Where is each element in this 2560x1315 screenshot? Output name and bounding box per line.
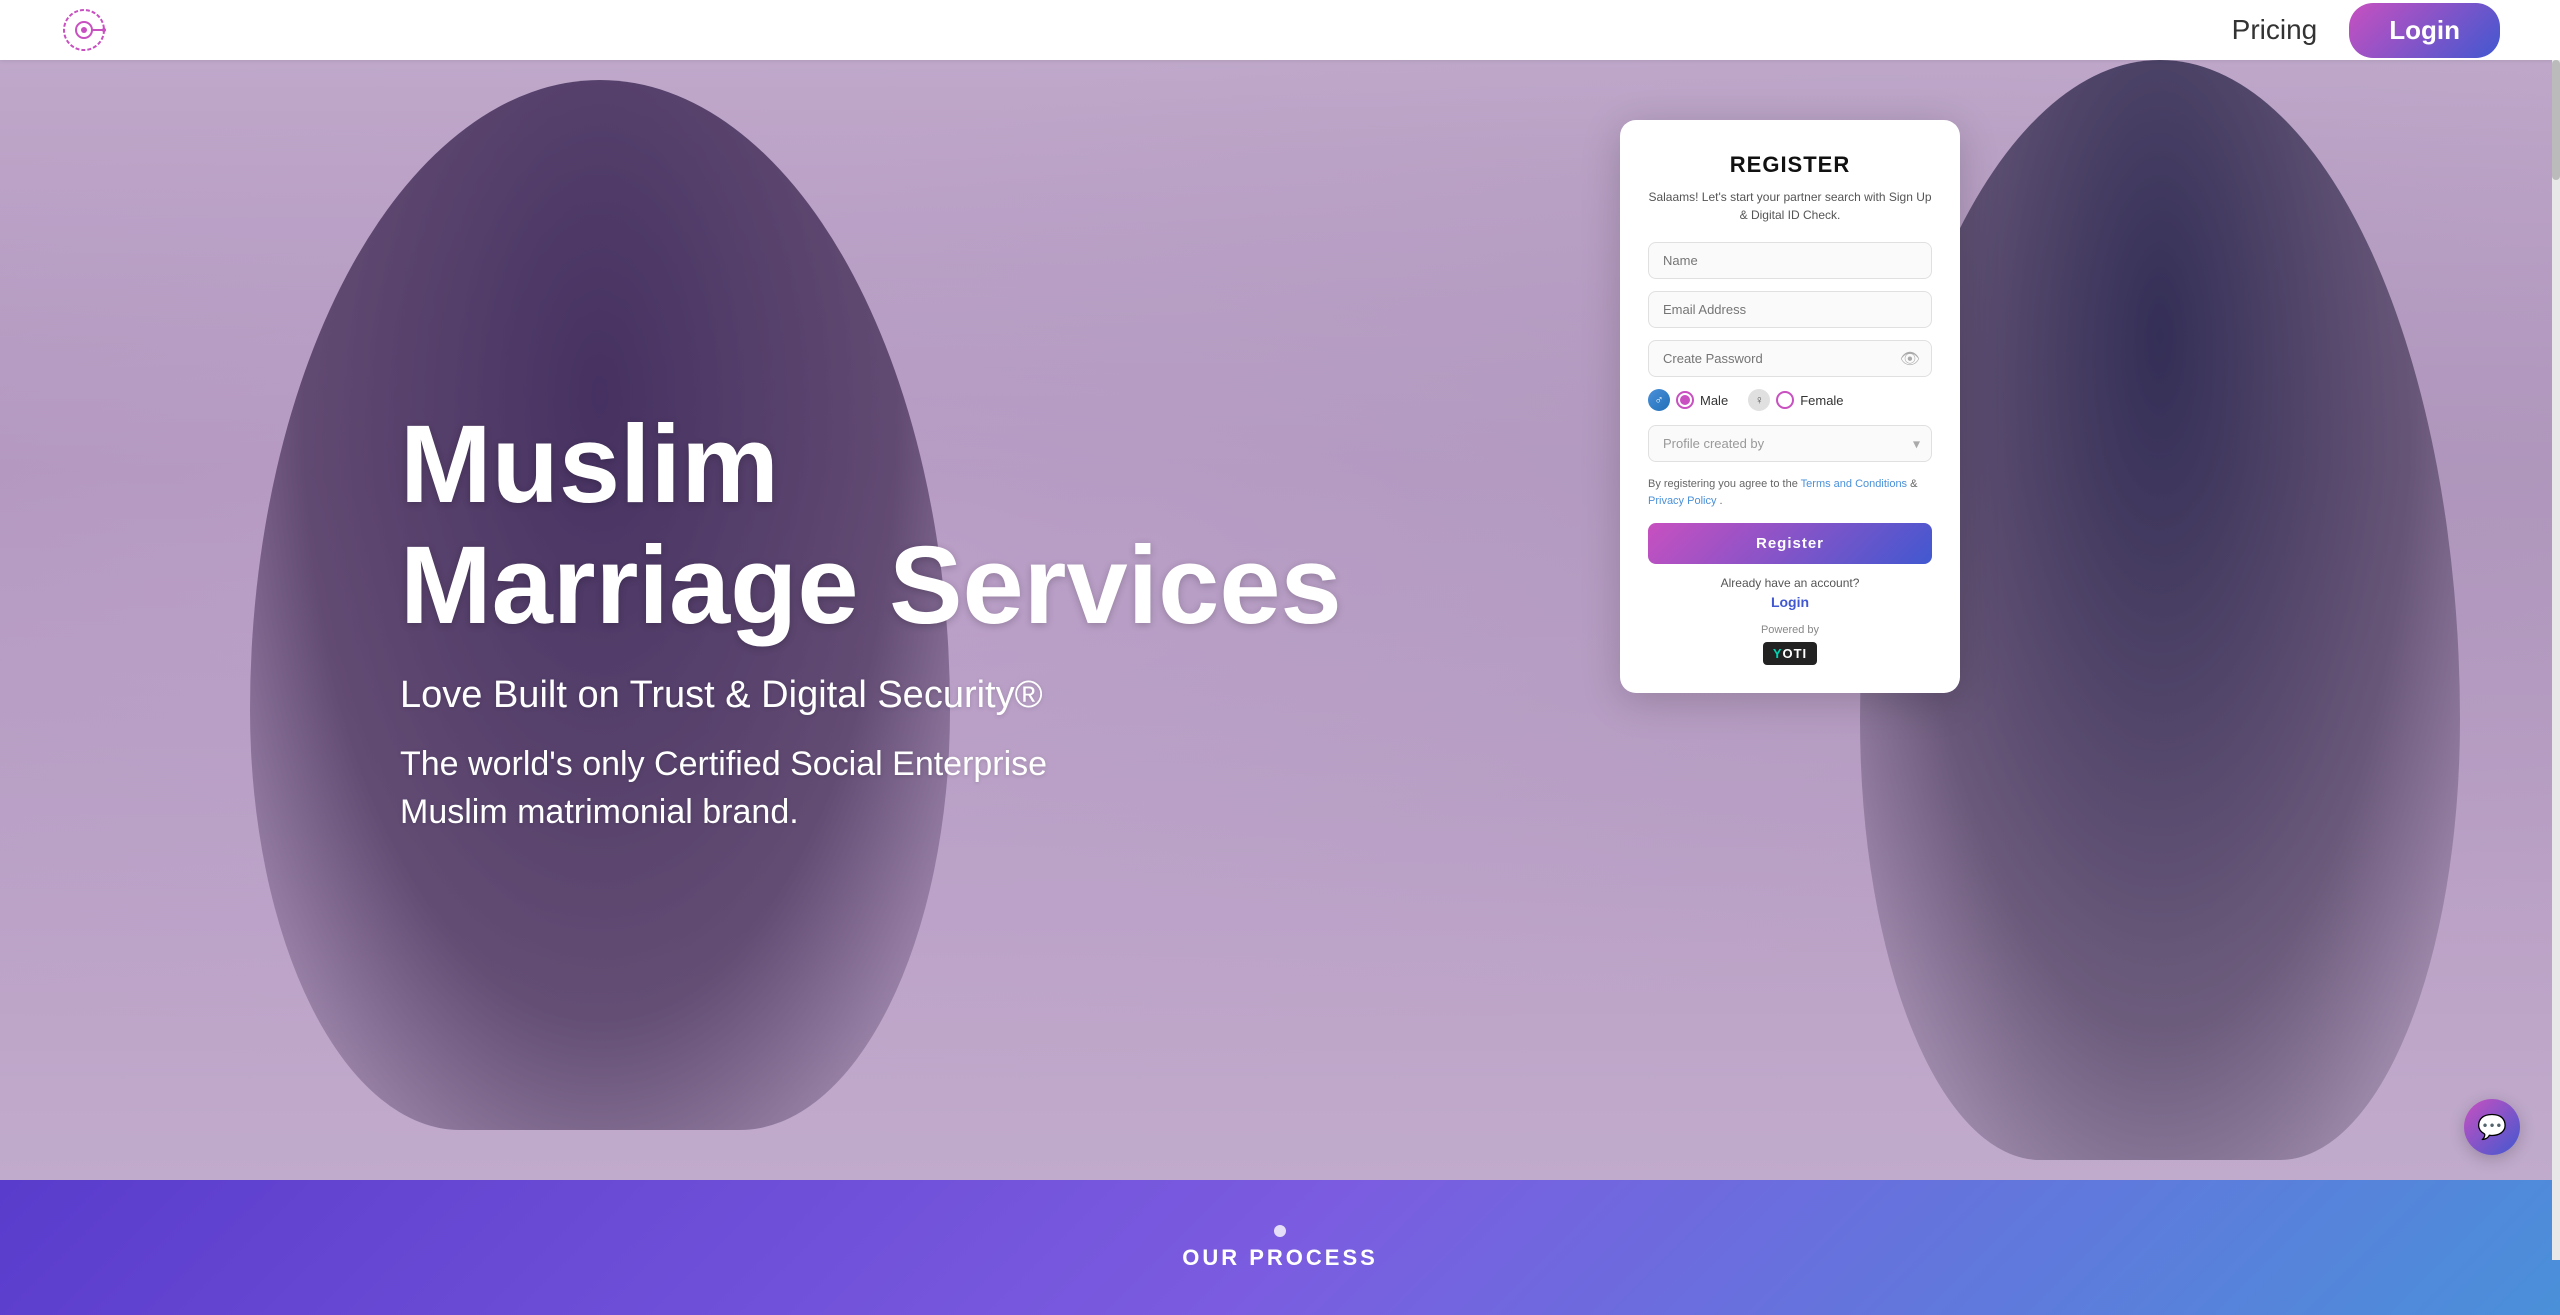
female-icon: ♀ [1748, 389, 1770, 411]
register-title: REGISTER [1648, 152, 1932, 178]
chat-bubble-button[interactable]: 💬 [2464, 1099, 2520, 1155]
female-label: Female [1800, 393, 1843, 408]
male-icon: ♂ [1648, 389, 1670, 411]
nav-right: Pricing Login [2232, 3, 2500, 58]
hero-subtitle: Love Built on Trust & Digital Security® [400, 674, 1100, 717]
hero-title: Muslim Marriage Services [400, 404, 1342, 646]
gender-male-option[interactable]: ♂ Male [1648, 389, 1728, 411]
scrollbar-thumb[interactable] [2552, 60, 2560, 180]
nav-login-button[interactable]: Login [2349, 3, 2500, 58]
terms-text: By registering you agree to the Terms an… [1648, 476, 1932, 509]
hero-section: Muslim Marriage Services Love Built on T… [0, 0, 2560, 1180]
gender-row: ♂ Male ♀ Female [1648, 389, 1932, 411]
password-wrapper: 👁 [1648, 340, 1932, 377]
chat-icon: 💬 [2477, 1113, 2507, 1142]
male-label: Male [1700, 393, 1728, 408]
email-input[interactable] [1648, 291, 1932, 328]
register-button[interactable]: Register [1648, 523, 1932, 564]
login-link[interactable]: Login [1648, 594, 1932, 610]
our-process-banner: OUR PROCESS [0, 1180, 2560, 1315]
hero-content: Muslim Marriage Services Love Built on T… [400, 404, 1342, 836]
process-dot [1274, 1225, 1286, 1237]
already-account-text: Already have an account? [1648, 576, 1932, 590]
our-process-label: OUR PROCESS [1182, 1245, 1378, 1271]
logo [60, 6, 108, 54]
register-card: REGISTER Salaams! Let's start your partn… [1620, 120, 1960, 693]
hero-description: The world's only Certified Social Enterp… [400, 741, 1120, 836]
privacy-policy-link[interactable]: Privacy Policy [1648, 495, 1716, 507]
male-radio[interactable] [1676, 391, 1694, 409]
yoti-badge: YOTI [1648, 642, 1932, 665]
scrollbar[interactable] [2552, 60, 2560, 1260]
logo-icon [60, 6, 108, 54]
name-input[interactable] [1648, 242, 1932, 279]
yoti-logo: YOTI [1763, 642, 1817, 665]
navbar: Pricing Login [0, 0, 2560, 60]
gender-female-option[interactable]: ♀ Female [1748, 389, 1843, 411]
register-subtitle: Salaams! Let's start your partner search… [1648, 188, 1932, 224]
password-input[interactable] [1648, 340, 1932, 377]
female-radio[interactable] [1776, 391, 1794, 409]
eye-icon[interactable]: 👁 [1900, 349, 1920, 369]
terms-conditions-link[interactable]: Terms and Conditions [1801, 478, 1907, 490]
pricing-link[interactable]: Pricing [2232, 14, 2318, 46]
powered-by-text: Powered by [1648, 624, 1932, 636]
profile-created-wrapper: Profile created by Self Parent Sibling F… [1648, 425, 1932, 462]
profile-created-select[interactable]: Profile created by Self Parent Sibling F… [1648, 425, 1932, 462]
